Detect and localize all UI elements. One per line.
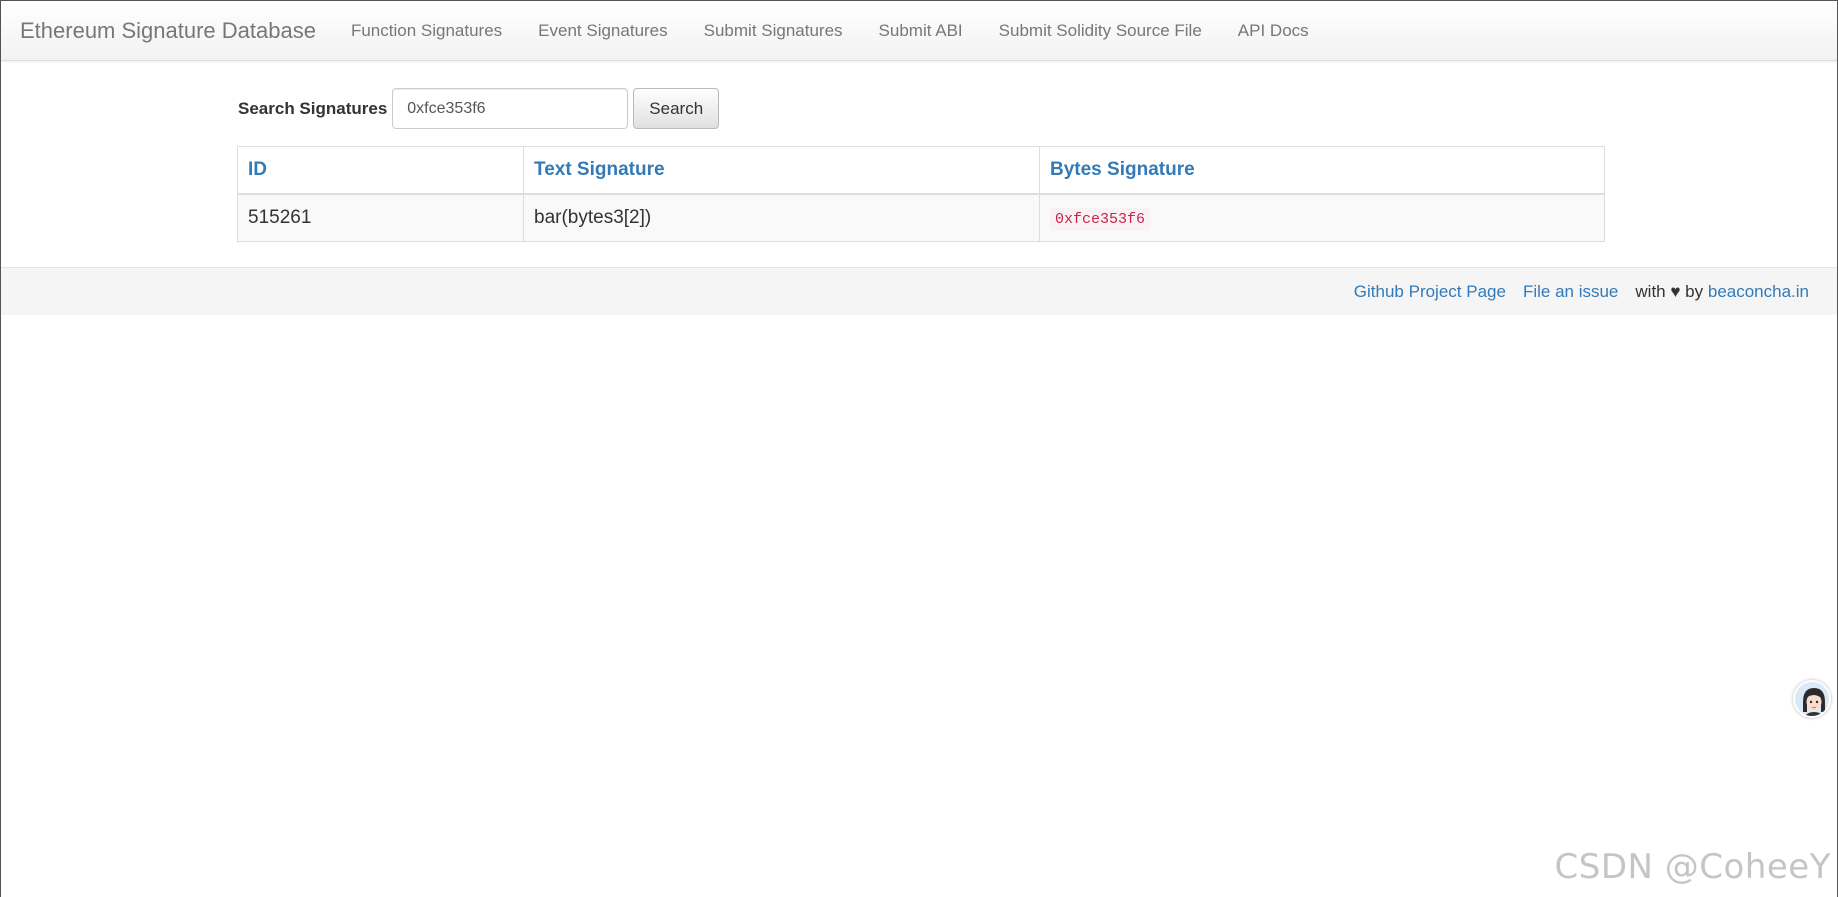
column-header-bytes-signature[interactable]: Bytes Signature [1039,146,1605,195]
footer: Github Project Page File an issue with ♥… [1,267,1837,315]
search-label: Search Signatures [238,98,388,118]
bytes-signature-code: 0xfce353f6 [1050,207,1151,231]
nav-link-submit-signatures[interactable]: Submit Signatures [686,21,861,41]
footer-with-text: with ♥ by [1635,281,1704,301]
file-issue-link[interactable]: File an issue [1523,282,1618,302]
watermark: CSDN @CoheeY [1554,847,1831,887]
results-table: ID Text Signature Bytes Signature 515261… [237,146,1605,242]
search-input[interactable] [392,88,629,129]
cell-text-signature: bar(bytes3[2]) [523,193,1040,242]
nav-link-event-signatures[interactable]: Event Signatures [520,21,685,41]
nav-link-submit-abi[interactable]: Submit ABI [861,21,981,41]
nav-links: Function Signatures Event Signatures Sub… [333,21,1327,41]
cell-id: 515261 [237,193,524,242]
avatar-illustration [1795,682,1829,716]
avatar-icon[interactable] [1793,680,1831,718]
search-form: Search Signatures Search [238,88,720,129]
search-button[interactable]: Search [633,88,720,129]
beaconchain-link[interactable]: beaconcha.in [1708,282,1809,301]
table-header-row: ID Text Signature Bytes Signature [237,146,1605,195]
column-header-text-signature[interactable]: Text Signature [523,146,1040,195]
nav-link-api-docs[interactable]: API Docs [1220,21,1327,41]
github-project-link[interactable]: Github Project Page [1354,282,1506,302]
footer-credit: with ♥ by beaconcha.in [1635,282,1809,302]
table-row: 515261 bar(bytes3[2]) 0xfce353f6 [237,193,1605,242]
nav-link-submit-solidity-source[interactable]: Submit Solidity Source File [981,21,1220,41]
navbar: Ethereum Signature Database Function Sig… [1,1,1837,61]
column-header-id[interactable]: ID [237,146,524,195]
brand-link[interactable]: Ethereum Signature Database [20,18,316,44]
cell-bytes-signature: 0xfce353f6 [1039,193,1605,242]
nav-link-function-signatures[interactable]: Function Signatures [333,21,520,41]
page: Ethereum Signature Database Function Sig… [0,0,1838,897]
